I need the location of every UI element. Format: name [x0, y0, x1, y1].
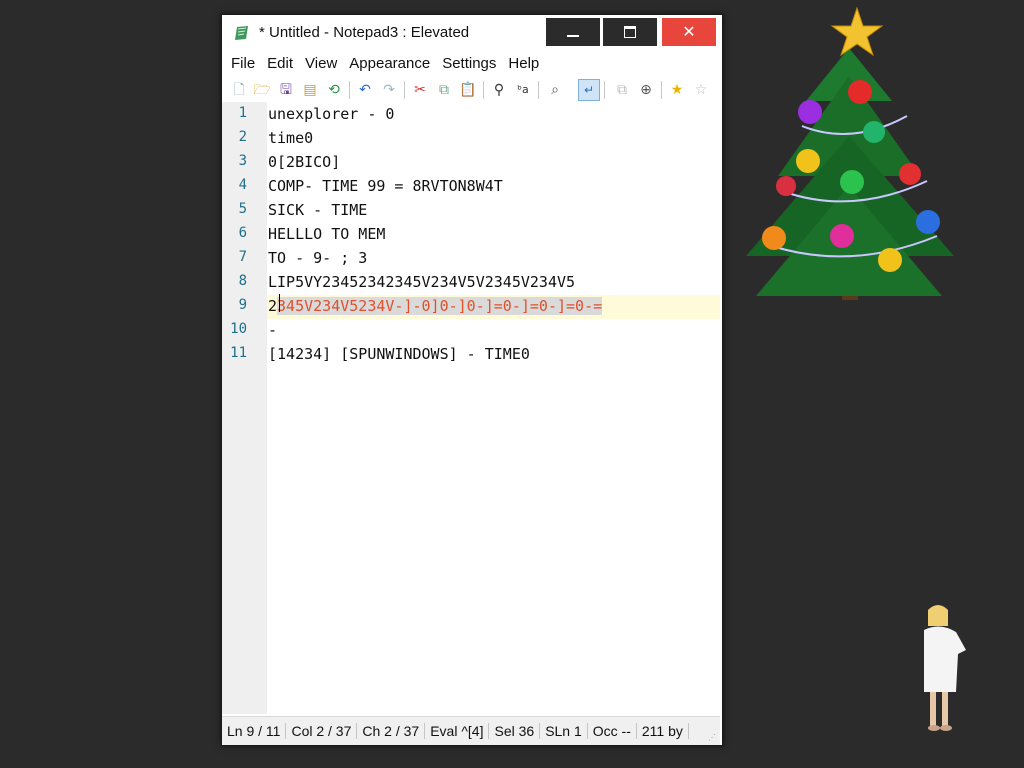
status-bytes[interactable]: 211 by	[637, 723, 689, 739]
window-title: * Untitled - Notepad3 : Elevated	[259, 24, 470, 41]
code-line: TO - 9- ; 3	[268, 249, 368, 267]
paste-icon[interactable]: 📋	[459, 81, 477, 99]
redo-icon[interactable]: ↷	[380, 81, 398, 99]
code-line: -	[268, 321, 278, 339]
cut-icon[interactable]: ✂	[411, 81, 429, 99]
line-number: 7	[238, 249, 247, 265]
text-editor[interactable]: 1 2 3 4 5 6 7 8 9 10 11 unexplorer - 0 t…	[222, 102, 720, 714]
status-column[interactable]: Col 2 / 37	[286, 723, 358, 739]
maximize-icon	[624, 26, 636, 38]
status-line[interactable]: Ln 9 / 11	[222, 723, 287, 739]
notepad3-window: * Untitled - Notepad3 : Elevated ✕ File …	[221, 14, 723, 746]
line-number: 10	[230, 321, 247, 337]
status-selection[interactable]: Sel 36	[489, 723, 541, 739]
menu-edit[interactable]: Edit	[262, 53, 298, 75]
word-wrap-icon[interactable]: ↵	[578, 79, 600, 101]
resize-grip-icon[interactable]: ⋰	[708, 733, 718, 743]
code-line: HELLLO TO MEM	[268, 225, 386, 243]
title-bar[interactable]: * Untitled - Notepad3 : Elevated ✕	[222, 15, 722, 50]
replace-icon[interactable]: ᵇa	[514, 81, 532, 99]
code-line: COMP- TIME 99 = 8RVTON8W4T	[268, 177, 503, 195]
zoom-icon[interactable]: ⊕	[637, 81, 655, 99]
text-caret	[279, 294, 280, 312]
save-as-icon[interactable]: ▤	[301, 81, 319, 99]
line-number: 2	[238, 129, 247, 145]
close-button[interactable]: ✕	[662, 18, 716, 46]
woman-figure-icon	[924, 605, 966, 731]
line-number: 3	[238, 153, 247, 169]
status-eval[interactable]: Eval ^[4]	[425, 723, 490, 739]
toolbar-separator	[404, 81, 405, 99]
line-number: 4	[238, 177, 247, 193]
status-occurrences[interactable]: Occ --	[588, 723, 637, 739]
status-selected-lines[interactable]: SLn 1	[540, 723, 588, 739]
copy-icon[interactable]: ⧉	[435, 81, 453, 99]
code-line: time0	[268, 129, 314, 147]
menu-file[interactable]: File	[222, 53, 260, 75]
line-number: 11	[230, 345, 247, 361]
toolbar-separator	[538, 81, 539, 99]
code-line: [14234] [SPUNWINDOWS] - TIME0	[268, 345, 530, 363]
toolbar-separator	[604, 81, 605, 99]
line-number: 6	[238, 225, 247, 241]
code-line: SICK - TIME	[268, 201, 368, 219]
toolbar-separator	[483, 81, 484, 99]
status-character[interactable]: Ch 2 / 37	[357, 723, 426, 739]
notepad3-leaf-icon	[235, 26, 248, 40]
copy-all-icon[interactable]: ⧉	[613, 81, 631, 99]
toolbar: 🗋 🗁 🖫 ▤ ⟲ ↶ ↷ ✂ ⧉ 📋 ⚲ ᵇa ⌕ ↵ ⧉ ⊕ ★ ☆	[222, 78, 720, 102]
christmas-tree-icon	[746, 6, 954, 300]
code-text: 2	[268, 297, 278, 315]
status-bar: Ln 9 / 11 Col 2 / 37 Ch 2 / 37 Eval ^[4]…	[222, 716, 720, 745]
add-favorite-icon[interactable]: ☆	[692, 81, 710, 99]
zoom-find-icon[interactable]: ⌕	[546, 81, 564, 99]
minimize-button[interactable]	[546, 18, 600, 46]
save-icon[interactable]: 🖫	[277, 81, 295, 99]
code-line-current: 2345V234V5234V-]-0]0-]0-]=0-]=0-]=0-=	[268, 294, 603, 318]
menu-view[interactable]: View	[300, 53, 342, 75]
line-number: 5	[238, 201, 247, 217]
minimize-icon	[567, 35, 579, 37]
menu-help[interactable]: Help	[503, 53, 544, 75]
line-number: 9	[238, 297, 247, 313]
maximize-button[interactable]	[603, 18, 657, 46]
find-icon[interactable]: ⚲	[490, 81, 508, 99]
toolbar-separator	[349, 81, 350, 99]
line-number: 8	[238, 273, 247, 289]
menu-bar: File Edit View Appearance Settings Help	[222, 53, 722, 75]
code-line: LIP5VY23452342345V234V5V2345V234V5	[268, 273, 576, 291]
open-folder-icon[interactable]: 🗁	[253, 81, 271, 99]
favorite-star-icon[interactable]: ★	[668, 81, 686, 99]
undo-icon[interactable]: ↶	[356, 81, 374, 99]
close-icon: ✕	[682, 22, 696, 41]
new-file-icon[interactable]: 🗋	[230, 81, 248, 99]
menu-appearance[interactable]: Appearance	[344, 53, 435, 75]
selected-text: 345V234V5234V-]-0]0-]0-]=0-]=0-]=0-=	[277, 297, 603, 315]
revert-icon[interactable]: ⟲	[325, 81, 343, 99]
line-number: 1	[238, 105, 247, 121]
toolbar-separator	[661, 81, 662, 99]
code-line: 0[2BICO]	[268, 153, 341, 171]
menu-settings[interactable]: Settings	[437, 53, 501, 75]
code-line: unexplorer - 0	[268, 105, 395, 123]
line-number-gutter	[222, 102, 267, 714]
